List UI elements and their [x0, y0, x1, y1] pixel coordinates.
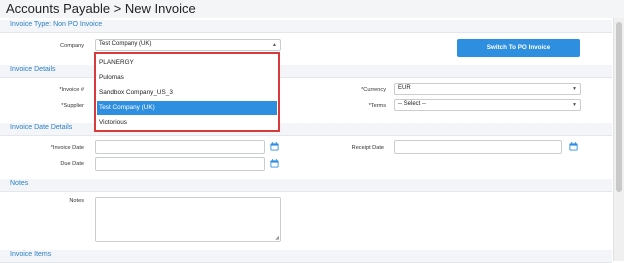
- company-option[interactable]: Pulomas: [97, 71, 277, 85]
- switch-to-po-invoice-button[interactable]: Switch To PO Invoice: [457, 39, 580, 57]
- scrollbar-thumb[interactable]: [616, 22, 622, 192]
- section-title-invoice-details: Invoice Details: [10, 66, 56, 73]
- chevron-down-icon: ▲: [272, 42, 277, 48]
- notes-label: Notes: [69, 198, 84, 204]
- section-notes: Notes: [0, 179, 612, 192]
- section-invoice-details: Invoice Details: [0, 65, 612, 78]
- due-date-input[interactable]: [95, 157, 265, 171]
- chevron-down-icon: ▼: [572, 102, 577, 108]
- section-invoice-type: Invoice Type: Non PO Invoice: [0, 20, 612, 33]
- calendar-icon[interactable]: [569, 142, 578, 151]
- section-invoice-items: Invoice Items: [0, 250, 612, 263]
- section-title-invoice-date-details: Invoice Date Details: [10, 124, 73, 131]
- company-dropdown-list: PLANERGY Pulomas Sandbox Company_US_3 Te…: [95, 53, 279, 131]
- company-label: Company: [60, 43, 84, 49]
- invoice-number-label: *Invoice #: [59, 87, 84, 93]
- page-header: Accounts Payable > New Invoice: [0, 0, 624, 18]
- currency-select-value: EUR: [398, 85, 411, 91]
- terms-label: *Terms: [368, 103, 386, 109]
- company-select-value: Test Company (UK): [99, 41, 152, 47]
- terms-select-value: -- Select --: [398, 101, 427, 107]
- chevron-down-icon: ▼: [572, 86, 577, 92]
- section-title-notes: Notes: [10, 180, 29, 187]
- invoice-date-label: *Invoice Date: [50, 145, 84, 151]
- company-option[interactable]: PLANERGY: [97, 56, 277, 70]
- due-date-label: Due Date: [60, 161, 84, 167]
- terms-select[interactable]: -- Select -- ▼: [394, 99, 581, 111]
- resize-handle-icon[interactable]: ◢: [275, 235, 279, 241]
- section-invoice-date-details: Invoice Date Details: [0, 123, 612, 136]
- notes-textarea[interactable]: ◢: [95, 197, 281, 242]
- receipt-date-label: Receipt Date: [351, 145, 384, 151]
- calendar-icon[interactable]: [270, 159, 279, 168]
- currency-label: *Currency: [361, 87, 386, 93]
- company-option-selected[interactable]: Test Company (UK): [97, 101, 277, 115]
- invoice-date-input[interactable]: [95, 140, 265, 154]
- calendar-icon[interactable]: [270, 142, 279, 151]
- company-select[interactable]: Test Company (UK) ▲: [95, 39, 281, 51]
- section-title-invoice-type: Invoice Type: Non PO Invoice: [10, 21, 103, 28]
- receipt-date-input[interactable]: [394, 140, 562, 154]
- supplier-label: *Supplier: [61, 103, 84, 109]
- section-title-invoice-items: Invoice Items: [10, 251, 52, 258]
- company-option[interactable]: Sandbox Company_US_3: [97, 86, 277, 100]
- page-title: Accounts Payable > New Invoice: [6, 1, 196, 16]
- currency-select[interactable]: EUR ▼: [394, 83, 581, 95]
- company-option[interactable]: Victorious: [97, 116, 277, 130]
- page-scrollbar[interactable]: [613, 18, 624, 261]
